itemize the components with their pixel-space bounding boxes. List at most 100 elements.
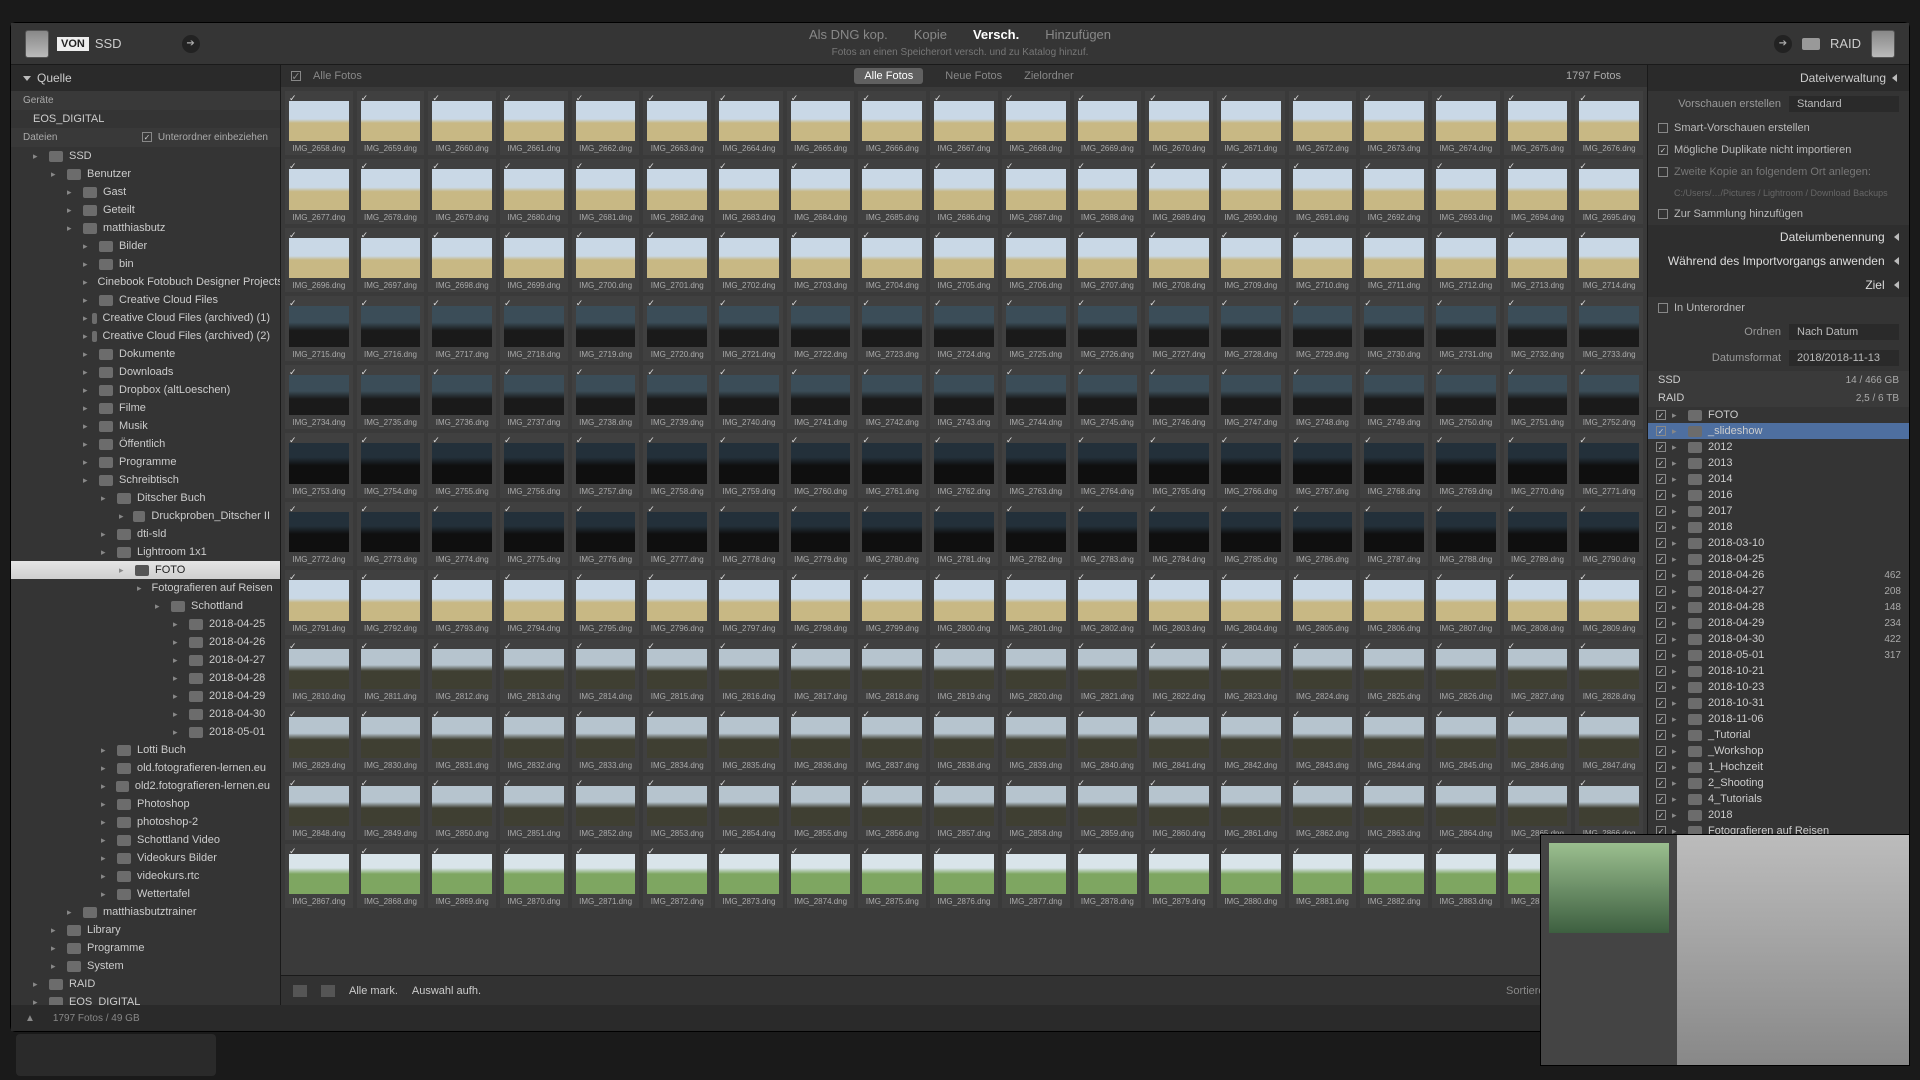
folder-gast[interactable]: ▸Gast xyxy=(11,183,280,201)
thumbnail[interactable]: ✓IMG_2696.dng xyxy=(285,228,353,292)
thumbnail[interactable]: ✓IMG_2775.dng xyxy=(500,502,568,566)
thumbnail[interactable]: ✓IMG_2678.dng xyxy=(357,159,425,223)
folder--ffentlich[interactable]: ▸Öffentlich xyxy=(11,435,280,453)
thumbnail[interactable]: ✓IMG_2879.dng xyxy=(1145,844,1213,908)
thumbnail[interactable]: ✓IMG_2698.dng xyxy=(428,228,496,292)
thumbnail[interactable]: ✓IMG_2829.dng xyxy=(285,707,353,771)
thumbnail[interactable]: ✓IMG_2814.dng xyxy=(572,639,640,703)
thumbnail[interactable]: ✓IMG_2709.dng xyxy=(1217,228,1285,292)
thumbnail[interactable]: ✓IMG_2821.dng xyxy=(1074,639,1142,703)
filter-dest[interactable]: Zielordner xyxy=(1024,70,1074,82)
thumbnail[interactable]: ✓IMG_2718.dng xyxy=(500,296,568,360)
thumbnail[interactable]: ✓IMG_2820.dng xyxy=(1002,639,1070,703)
thumbnail[interactable]: ✓IMG_2867.dng xyxy=(285,844,353,908)
dest-drive-raid[interactable]: RAID2,5 / 6 TB xyxy=(1648,389,1909,407)
thumbnail[interactable]: ✓IMG_2769.dng xyxy=(1432,433,1500,497)
thumbnail[interactable]: ✓IMG_2766.dng xyxy=(1217,433,1285,497)
drive-eos[interactable]: ▸EOS_DIGITAL xyxy=(11,993,280,1005)
thumbnail[interactable]: ✓IMG_2802.dng xyxy=(1074,570,1142,634)
folder-cinebook-fotobuch-designer-projects[interactable]: ▸Cinebook Fotobuch Designer Projects xyxy=(11,273,280,291)
thumbnail[interactable]: ✓IMG_2788.dng xyxy=(1432,502,1500,566)
folder-schottland[interactable]: ▸Schottland xyxy=(11,597,280,615)
drive-raid[interactable]: ▸RAID xyxy=(11,975,280,993)
thumbnail[interactable]: ✓IMG_2801.dng xyxy=(1002,570,1070,634)
thumbnail[interactable]: ✓IMG_2882.dng xyxy=(1360,844,1428,908)
thumbnail[interactable]: ✓IMG_2706.dng xyxy=(1002,228,1070,292)
thumbnail[interactable]: ✓IMG_2714.dng xyxy=(1575,228,1643,292)
thumbnail[interactable]: ✓IMG_2701.dng xyxy=(643,228,711,292)
thumbnail[interactable]: ✓IMG_2787.dng xyxy=(1360,502,1428,566)
dest-folder-2018[interactable]: ▸2018 xyxy=(1648,519,1909,535)
select-all-button[interactable]: Alle mark. xyxy=(349,985,398,997)
thumbnail[interactable]: ✓IMG_2782.dng xyxy=(1002,502,1070,566)
folder-dokumente[interactable]: ▸Dokumente xyxy=(11,345,280,363)
thumbnail[interactable]: ✓IMG_2658.dng xyxy=(285,91,353,155)
thumbnail[interactable]: ✓IMG_2736.dng xyxy=(428,365,496,429)
thumbnail[interactable]: ✓IMG_2862.dng xyxy=(1289,776,1357,840)
thumbnail[interactable]: ✓IMG_2674.dng xyxy=(1432,91,1500,155)
thumbnail[interactable]: ✓IMG_2673.dng xyxy=(1360,91,1428,155)
thumbnail[interactable]: ✓IMG_2799.dng xyxy=(858,570,926,634)
folder-creative-cloud-files[interactable]: ▸Creative Cloud Files xyxy=(11,291,280,309)
thumbnail[interactable]: ✓IMG_2755.dng xyxy=(428,433,496,497)
thumbnail[interactable]: ✓IMG_2808.dng xyxy=(1504,570,1572,634)
thumbnail[interactable]: ✓IMG_2875.dng xyxy=(858,844,926,908)
folder-lotti-buch[interactable]: ▸Lotti Buch xyxy=(11,741,280,759)
thumbnail[interactable]: ✓IMG_2738.dng xyxy=(572,365,640,429)
thumbnail[interactable]: ✓IMG_2825.dng xyxy=(1360,639,1428,703)
thumbnail[interactable]: ✓IMG_2850.dng xyxy=(428,776,496,840)
thumbnail[interactable]: ✓IMG_2869.dng xyxy=(428,844,496,908)
smart-previews-checkbox[interactable] xyxy=(1658,123,1668,133)
thumbnail[interactable]: ✓IMG_2727.dng xyxy=(1145,296,1213,360)
thumbnail[interactable]: ✓IMG_2842.dng xyxy=(1217,707,1285,771)
thumbnail[interactable]: ✓IMG_2731.dng xyxy=(1432,296,1500,360)
grid-view-icon[interactable] xyxy=(293,985,307,997)
thumbnail[interactable]: ✓IMG_2676.dng xyxy=(1575,91,1643,155)
thumbnail[interactable]: ✓IMG_2705.dng xyxy=(930,228,998,292)
thumbnail[interactable]: ✓IMG_2717.dng xyxy=(428,296,496,360)
thumbnail[interactable]: ✓IMG_2872.dng xyxy=(643,844,711,908)
thumbnail[interactable]: ✓IMG_2790.dng xyxy=(1575,502,1643,566)
thumbnail[interactable]: ✓IMG_2684.dng xyxy=(787,159,855,223)
action-copy[interactable]: Kopie xyxy=(914,27,947,42)
thumbnail[interactable]: ✓IMG_2689.dng xyxy=(1145,159,1213,223)
thumbnail[interactable]: ✓IMG_2851.dng xyxy=(500,776,568,840)
folder-matthiasbutztrainer[interactable]: ▸matthiasbutztrainer xyxy=(11,903,280,921)
thumbnail[interactable]: ✓IMG_2687.dng xyxy=(1002,159,1070,223)
include-subfolders-checkbox[interactable] xyxy=(142,132,152,142)
folder-lightroom-1x1[interactable]: ▸Lightroom 1x1 xyxy=(11,543,280,561)
organize-select[interactable]: Nach Datum xyxy=(1789,324,1899,340)
thumbnail[interactable]: ✓IMG_2778.dng xyxy=(715,502,783,566)
thumbnail[interactable]: ✓IMG_2719.dng xyxy=(572,296,640,360)
thumbnail[interactable]: ✓IMG_2836.dng xyxy=(787,707,855,771)
dateformat-select[interactable]: 2018/2018-11-13 xyxy=(1789,350,1899,366)
thumbnail[interactable]: ✓IMG_2791.dng xyxy=(285,570,353,634)
thumbnail[interactable]: ✓IMG_2824.dng xyxy=(1289,639,1357,703)
thumbnail[interactable]: ✓IMG_2772.dng xyxy=(285,502,353,566)
thumbnail[interactable]: ✓IMG_2866.dng xyxy=(1575,776,1643,840)
loupe-view-icon[interactable] xyxy=(321,985,335,997)
dest-folder-2018[interactable]: ▸2018 xyxy=(1648,807,1909,823)
rename-section[interactable]: Dateiumbenennung xyxy=(1648,225,1909,249)
thumbnail[interactable]: ✓IMG_2720.dng xyxy=(643,296,711,360)
folder-musik[interactable]: ▸Musik xyxy=(11,417,280,435)
thumbnail[interactable]: ✓IMG_2688.dng xyxy=(1074,159,1142,223)
thumbnail[interactable]: ✓IMG_2800.dng xyxy=(930,570,998,634)
thumbnail[interactable]: ✓IMG_2835.dng xyxy=(715,707,783,771)
drive-ssd[interactable]: ▸SSD xyxy=(11,147,280,165)
thumbnail[interactable]: ✓IMG_2737.dng xyxy=(500,365,568,429)
thumbnail[interactable]: ✓IMG_2865.dng xyxy=(1504,776,1572,840)
thumbnail[interactable]: ✓IMG_2786.dng xyxy=(1289,502,1357,566)
thumbnail[interactable]: ✓IMG_2833.dng xyxy=(572,707,640,771)
dest-folder-2018-04-29[interactable]: ▸2018-04-29234 xyxy=(1648,615,1909,631)
thumbnail[interactable]: ✓IMG_2685.dng xyxy=(858,159,926,223)
thumbnail[interactable]: ✓IMG_2667.dng xyxy=(930,91,998,155)
action-move[interactable]: Versch. xyxy=(973,27,1019,42)
thumbnail[interactable]: ✓IMG_2664.dng xyxy=(715,91,783,155)
thumbnail[interactable]: ✓IMG_2723.dng xyxy=(858,296,926,360)
folder-2018-05-01[interactable]: ▸2018-05-01 xyxy=(11,723,280,741)
thumbnail[interactable]: ✓IMG_2757.dng xyxy=(572,433,640,497)
thumbnail[interactable]: ✓IMG_2682.dng xyxy=(643,159,711,223)
thumbnail[interactable]: ✓IMG_2668.dng xyxy=(1002,91,1070,155)
thumbnail[interactable]: ✓IMG_2699.dng xyxy=(500,228,568,292)
